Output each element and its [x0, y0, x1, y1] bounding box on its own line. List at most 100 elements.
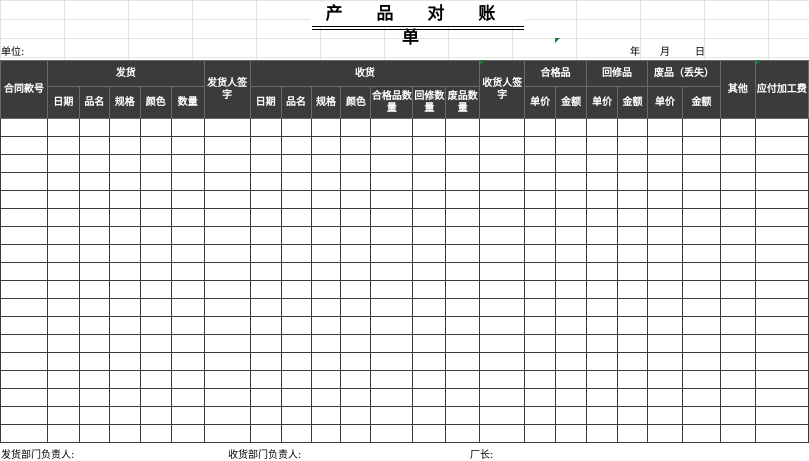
- table-cell[interactable]: [0, 316, 48, 335]
- table-cell[interactable]: [617, 154, 649, 173]
- table-cell[interactable]: [445, 118, 481, 137]
- table-cell[interactable]: [719, 298, 756, 317]
- table-cell[interactable]: [108, 190, 141, 209]
- table-cell[interactable]: [340, 118, 372, 137]
- table-cell[interactable]: [280, 424, 312, 443]
- table-cell[interactable]: [203, 208, 251, 227]
- table-cell[interactable]: [203, 226, 251, 245]
- table-cell[interactable]: [754, 370, 809, 389]
- table-cell[interactable]: [412, 280, 447, 299]
- table-cell[interactable]: [754, 118, 809, 137]
- table-cell[interactable]: [170, 172, 205, 191]
- table-cell[interactable]: [0, 136, 48, 155]
- table-cell[interactable]: [280, 334, 312, 353]
- table-cell[interactable]: [203, 370, 251, 389]
- table-cell[interactable]: [340, 154, 372, 173]
- table-cell[interactable]: [647, 370, 683, 389]
- table-cell[interactable]: [617, 172, 649, 191]
- table-cell[interactable]: [203, 298, 251, 317]
- table-cell[interactable]: [555, 190, 588, 209]
- table-cell[interactable]: [412, 136, 447, 155]
- table-cell[interactable]: [370, 388, 414, 407]
- table-cell[interactable]: [524, 208, 557, 227]
- table-cell[interactable]: [78, 406, 110, 425]
- table-cell[interactable]: [78, 370, 110, 389]
- table-cell[interactable]: [617, 388, 649, 407]
- table-cell[interactable]: [412, 316, 447, 335]
- table-cell[interactable]: [108, 136, 141, 155]
- table-cell[interactable]: [719, 352, 756, 371]
- table-cell[interactable]: [203, 262, 251, 281]
- table-cell[interactable]: [412, 298, 447, 317]
- table-cell[interactable]: [647, 298, 683, 317]
- table-cell[interactable]: [340, 424, 372, 443]
- table-cell[interactable]: [370, 226, 414, 245]
- table-cell[interactable]: [139, 334, 172, 353]
- table-cell[interactable]: [0, 334, 48, 353]
- table-cell[interactable]: [203, 352, 251, 371]
- table-cell[interactable]: [617, 280, 649, 299]
- table-cell[interactable]: [586, 226, 619, 245]
- table-cell[interactable]: [681, 118, 721, 137]
- table-cell[interactable]: [46, 118, 80, 137]
- table-cell[interactable]: [46, 352, 80, 371]
- table-cell[interactable]: [555, 136, 588, 155]
- table-cell[interactable]: [524, 190, 557, 209]
- table-cell[interactable]: [46, 406, 80, 425]
- table-cell[interactable]: [754, 334, 809, 353]
- table-cell[interactable]: [78, 352, 110, 371]
- table-cell[interactable]: [46, 154, 80, 173]
- table-cell[interactable]: [203, 190, 251, 209]
- table-cell[interactable]: [78, 190, 110, 209]
- table-cell[interactable]: [310, 226, 342, 245]
- table-cell[interactable]: [555, 208, 588, 227]
- table-cell[interactable]: [170, 226, 205, 245]
- table-cell[interactable]: [586, 172, 619, 191]
- table-cell[interactable]: [754, 154, 809, 173]
- table-cell[interactable]: [0, 208, 48, 227]
- table-cell[interactable]: [108, 388, 141, 407]
- table-cell[interactable]: [280, 280, 312, 299]
- table-cell[interactable]: [719, 208, 756, 227]
- table-cell[interactable]: [249, 226, 282, 245]
- table-cell[interactable]: [681, 208, 721, 227]
- table-cell[interactable]: [524, 424, 557, 443]
- table-cell[interactable]: [754, 226, 809, 245]
- table-cell[interactable]: [310, 208, 342, 227]
- table-cell[interactable]: [280, 226, 312, 245]
- table-cell[interactable]: [310, 118, 342, 137]
- table-cell[interactable]: [78, 262, 110, 281]
- table-cell[interactable]: [524, 262, 557, 281]
- table-cell[interactable]: [754, 280, 809, 299]
- table-cell[interactable]: [647, 352, 683, 371]
- table-cell[interactable]: [681, 262, 721, 281]
- table-cell[interactable]: [249, 334, 282, 353]
- table-cell[interactable]: [445, 172, 481, 191]
- table-cell[interactable]: [170, 388, 205, 407]
- table-cell[interactable]: [170, 154, 205, 173]
- table-cell[interactable]: [754, 424, 809, 443]
- table-cell[interactable]: [647, 172, 683, 191]
- table-cell[interactable]: [647, 316, 683, 335]
- table-cell[interactable]: [108, 352, 141, 371]
- table-cell[interactable]: [280, 190, 312, 209]
- table-cell[interactable]: [203, 316, 251, 335]
- table-cell[interactable]: [280, 118, 312, 137]
- table-cell[interactable]: [280, 208, 312, 227]
- table-cell[interactable]: [139, 352, 172, 371]
- table-cell[interactable]: [754, 136, 809, 155]
- table-cell[interactable]: [0, 370, 48, 389]
- table-cell[interactable]: [479, 244, 526, 263]
- table-cell[interactable]: [170, 316, 205, 335]
- table-cell[interactable]: [524, 172, 557, 191]
- table-cell[interactable]: [370, 262, 414, 281]
- table-cell[interactable]: [370, 118, 414, 137]
- table-cell[interactable]: [647, 334, 683, 353]
- table-cell[interactable]: [647, 154, 683, 173]
- table-cell[interactable]: [719, 190, 756, 209]
- table-cell[interactable]: [310, 244, 342, 263]
- table-cell[interactable]: [139, 226, 172, 245]
- table-cell[interactable]: [78, 280, 110, 299]
- table-cell[interactable]: [445, 244, 481, 263]
- table-cell[interactable]: [412, 244, 447, 263]
